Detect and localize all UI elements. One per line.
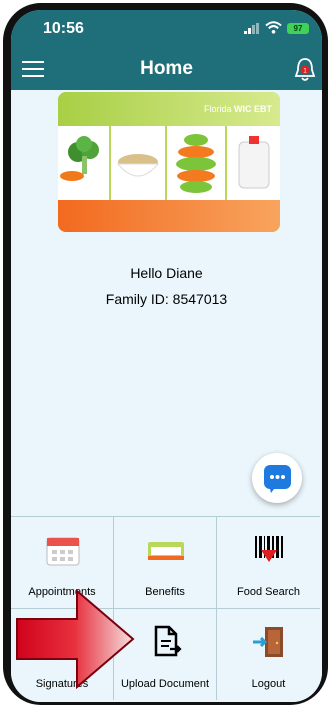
broccoli-panel (58, 126, 111, 200)
chat-bubble-icon (264, 465, 291, 493)
notification-bell-icon[interactable]: 1 (293, 57, 317, 83)
red-pointer-arrow-icon (16, 589, 135, 689)
phone-frame: 10:56 97 Home 1 Florida WIC EBT Hello Di… (0, 0, 333, 708)
wifi-icon (265, 21, 282, 34)
status-time: 10:56 (43, 20, 84, 37)
fruit-stack-panel (167, 126, 227, 200)
rice-panel (111, 126, 167, 200)
calendar-icon (46, 537, 80, 566)
wic-ebt-card-image: Florida WIC EBT (58, 92, 280, 232)
status-bar: 10:56 97 (11, 10, 322, 48)
benefits-card-icon (148, 542, 184, 560)
tile-label: Logout (251, 678, 286, 690)
chat-button[interactable] (252, 453, 302, 503)
tile-label: Food Search (237, 586, 300, 598)
app-header: Home 1 (11, 48, 322, 90)
upload-document-icon (154, 625, 182, 657)
milk-panel (227, 126, 280, 200)
card-brand: Florida WIC EBT (203, 104, 272, 114)
logout-door-icon (253, 627, 283, 657)
greeting-text: Hello Diane (130, 265, 203, 281)
page-title: Home (140, 58, 193, 79)
food-search-tile[interactable]: Food Search (217, 516, 320, 608)
cellular-signal-icon (244, 23, 259, 34)
logout-tile[interactable]: Logout (217, 608, 320, 700)
battery-icon: 97 (287, 23, 309, 34)
family-id-text: Family ID: 8547013 (105, 291, 228, 307)
barcode-icon (255, 536, 283, 562)
